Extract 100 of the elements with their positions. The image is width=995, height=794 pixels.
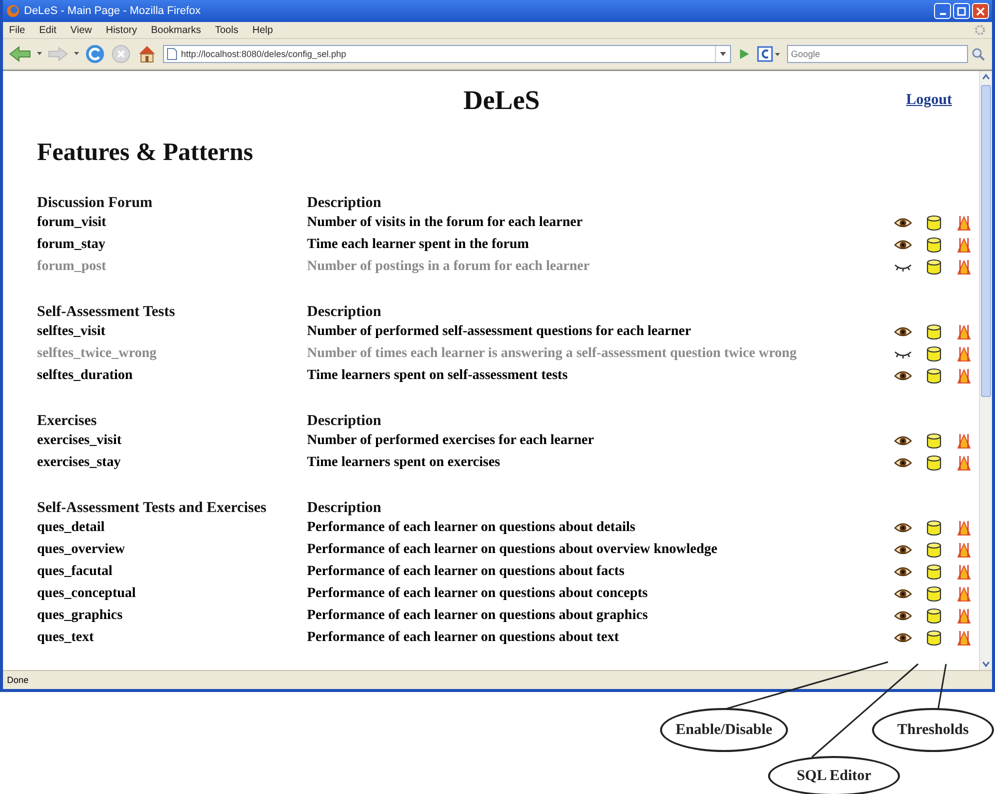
threshold-icon[interactable] xyxy=(956,455,972,471)
feature-name: exercises_visit xyxy=(37,433,122,449)
feature-name: forum_post xyxy=(37,259,108,275)
threshold-icon[interactable] xyxy=(956,542,972,558)
dropdown-caret-icon[interactable] xyxy=(37,52,42,56)
section-heading: Self-Assessment Tests and Exercises xyxy=(37,500,268,517)
status-text: Done xyxy=(7,675,29,685)
feature-description: Performance of each learner on questions about facts xyxy=(307,564,626,580)
page-heading: Features & Patterns xyxy=(37,139,254,167)
feature-name: ques_facutal xyxy=(37,564,114,580)
home-icon[interactable] xyxy=(137,44,157,64)
column-heading: Description xyxy=(307,500,382,517)
address-field[interactable]: http://localhost:8080/deles/config_sel.php xyxy=(163,45,731,63)
search-engine-icon[interactable] xyxy=(757,45,781,63)
section-heading: Discussion Forum xyxy=(37,195,154,212)
feature-name: selftes_visit xyxy=(37,324,106,340)
eye-icon[interactable] xyxy=(894,326,912,338)
menu-item[interactable]: View xyxy=(70,24,92,36)
threshold-icon[interactable] xyxy=(956,259,972,275)
logout-link[interactable]: Logout xyxy=(906,92,952,108)
eye-icon[interactable] xyxy=(894,544,912,556)
menu-item[interactable]: Help xyxy=(252,24,273,36)
feature-description: Number of times each learner is answering a self-assessment question twice wrong xyxy=(307,346,798,362)
feature-name: exercises_stay xyxy=(37,455,122,471)
eye-icon[interactable] xyxy=(894,632,912,644)
database-icon[interactable] xyxy=(926,586,942,602)
database-icon[interactable] xyxy=(926,542,942,558)
menu-item[interactable]: Bookmarks xyxy=(150,24,201,36)
threshold-icon[interactable] xyxy=(956,237,972,253)
activity-icon xyxy=(974,24,986,36)
threshold-icon[interactable] xyxy=(956,520,972,536)
dropdown-caret-icon[interactable] xyxy=(74,52,79,56)
threshold-icon[interactable] xyxy=(956,630,972,646)
eye-icon[interactable] xyxy=(894,566,912,578)
feature-description: Performance of each learner on questions about text xyxy=(307,630,620,646)
reload-icon[interactable] xyxy=(85,44,105,64)
threshold-icon[interactable] xyxy=(956,324,972,340)
close-button[interactable] xyxy=(972,3,989,19)
threshold-icon[interactable] xyxy=(956,368,972,384)
back-icon[interactable] xyxy=(9,46,31,62)
database-icon[interactable] xyxy=(926,368,942,384)
database-icon[interactable] xyxy=(926,520,942,536)
threshold-icon[interactable] xyxy=(956,215,972,231)
column-heading: Description xyxy=(307,413,382,430)
section-heading: Exercises xyxy=(37,413,98,430)
site-title: DeLeS xyxy=(462,84,541,116)
feature-name: ques_detail xyxy=(37,520,106,536)
feature-name: forum_stay xyxy=(37,237,106,253)
feature-description: Performance of each learner on questions about concepts xyxy=(307,586,649,602)
dropdown-caret-icon[interactable] xyxy=(720,52,726,56)
feature-name: ques_text xyxy=(37,630,95,646)
scrollbar[interactable] xyxy=(979,71,992,670)
threshold-icon[interactable] xyxy=(956,346,972,362)
database-icon[interactable] xyxy=(926,608,942,624)
leader-line xyxy=(937,664,947,710)
page-icon xyxy=(167,48,177,60)
feature-description: Time learners spent on self-assessment tests xyxy=(307,368,569,384)
callout: SQL Editor xyxy=(768,756,900,794)
feature-description: Performance of each learner on questions about graphics xyxy=(307,608,649,624)
eye-icon[interactable] xyxy=(894,457,912,469)
maximize-button[interactable] xyxy=(953,3,970,19)
feature-description: Time each learner spent in the forum xyxy=(307,237,530,253)
database-icon[interactable] xyxy=(926,455,942,471)
column-heading: Description xyxy=(307,304,382,321)
eye-icon[interactable] xyxy=(894,435,912,447)
eye-icon[interactable] xyxy=(894,217,912,229)
threshold-icon[interactable] xyxy=(956,608,972,624)
eye-icon[interactable] xyxy=(894,370,912,382)
database-icon[interactable] xyxy=(926,215,942,231)
database-icon[interactable] xyxy=(926,564,942,580)
database-icon[interactable] xyxy=(926,324,942,340)
eye-icon[interactable] xyxy=(894,610,912,622)
threshold-icon[interactable] xyxy=(956,586,972,602)
database-icon[interactable] xyxy=(926,433,942,449)
feature-name: ques_conceptual xyxy=(37,586,137,602)
menu-item[interactable]: Edit xyxy=(39,24,56,36)
database-icon[interactable] xyxy=(926,237,942,253)
eye-icon[interactable] xyxy=(894,588,912,600)
menu-item[interactable]: Tools xyxy=(215,24,238,36)
threshold-icon[interactable] xyxy=(956,433,972,449)
eye-icon[interactable] xyxy=(894,522,912,534)
search-icon[interactable] xyxy=(970,46,986,62)
database-icon[interactable] xyxy=(926,630,942,646)
menu-item[interactable]: File xyxy=(9,24,26,36)
feature-name: selftes_duration xyxy=(37,368,134,384)
feature-description: Number of postings in a forum for each learner xyxy=(307,259,591,275)
browser-logo-icon xyxy=(6,4,20,18)
feature-name: ques_graphics xyxy=(37,608,124,624)
feature-description: Number of visits in the forum for each learner xyxy=(307,215,584,231)
eye-icon[interactable] xyxy=(894,239,912,251)
search-field[interactable]: Google xyxy=(787,45,968,63)
minimize-button[interactable] xyxy=(934,3,951,19)
threshold-icon[interactable] xyxy=(956,564,972,580)
feature-description: Performance of each learner on questions about details xyxy=(307,520,636,536)
database-icon[interactable] xyxy=(926,346,942,362)
feature-description: Number of performed self-assessment questions for each learner xyxy=(307,324,692,340)
menu-item[interactable]: History xyxy=(106,24,137,36)
callout: Enable/Disable xyxy=(660,708,788,752)
database-icon[interactable] xyxy=(926,259,942,275)
feature-name: ques_overview xyxy=(37,542,126,558)
